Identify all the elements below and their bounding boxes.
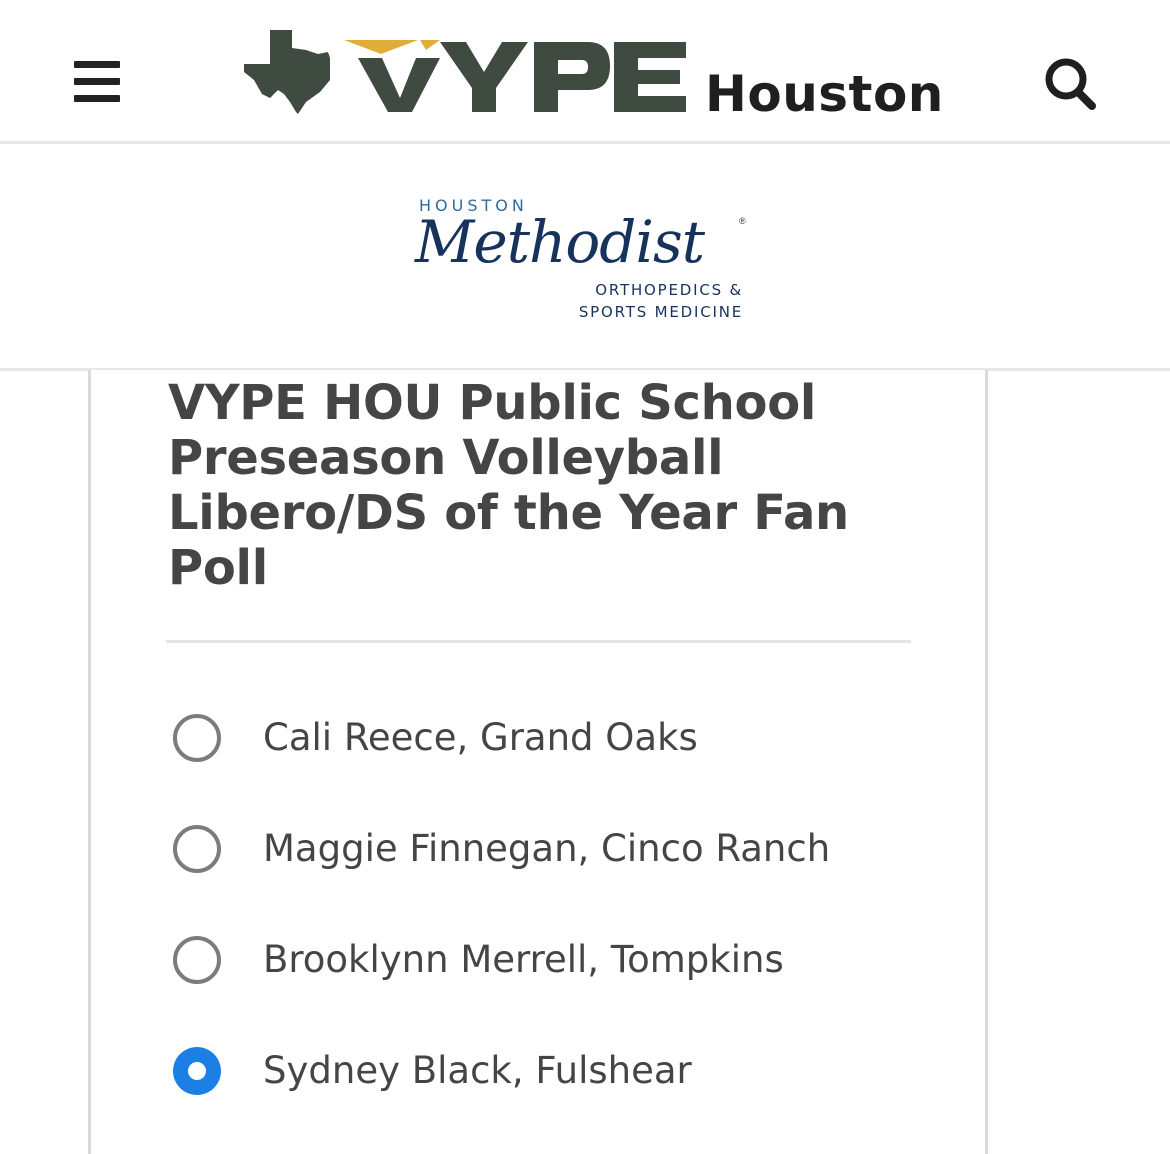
option-label: Brooklynn Merrell, Tompkins (263, 938, 784, 981)
poll-option[interactable]: Maggie Finnegan, Cinco Ranch (173, 819, 893, 879)
registered-mark: ® (739, 216, 746, 226)
sponsor-banner[interactable]: HOUSTON Methodist ® ORTHOPEDICS & SPORTS… (0, 144, 1170, 371)
menu-button[interactable] (70, 57, 122, 105)
letter-y-shape (440, 42, 528, 112)
page: Houston HOUSTON Methodist ® ORTHOPEDICS … (0, 0, 1170, 1154)
letter-v-shape (358, 58, 440, 112)
letter-p-shape (534, 42, 610, 112)
letter-e-shape (614, 42, 686, 112)
option-label: Maggie Finnegan, Cinco Ranch (263, 827, 831, 870)
site-header: Houston (0, 0, 1170, 144)
radio-button[interactable] (173, 936, 221, 984)
divider (166, 640, 911, 643)
radio-button-selected[interactable] (173, 1047, 221, 1095)
sponsor-line-1: ORTHOPEDICS & (595, 281, 743, 299)
radio-button[interactable] (173, 714, 221, 762)
option-label: Sydney Black, Fulshear (263, 1049, 692, 1092)
poll-option[interactable]: Cali Reece, Grand Oaks (173, 708, 893, 768)
search-button[interactable] (1040, 55, 1100, 111)
sponsor-name: Methodist (415, 208, 705, 276)
site-logo[interactable]: Houston (240, 28, 943, 128)
brand-city: Houston (705, 65, 944, 123)
search-icon (1045, 58, 1096, 110)
radio-button[interactable] (173, 825, 221, 873)
sponsor-line-2: SPORTS MEDICINE (578, 303, 743, 321)
poll-option-selected[interactable]: Sydney Black, Fulshear (173, 1041, 893, 1101)
texas-icon (244, 30, 330, 114)
sponsor-logo[interactable]: HOUSTON Methodist ® ORTHOPEDICS & SPORTS… (415, 196, 755, 326)
poll-card: VYPE HOU Public School Preseason Volleyb… (88, 370, 988, 1154)
option-label: Cali Reece, Grand Oaks (263, 716, 698, 759)
v-accent-shape (344, 40, 418, 54)
v-accent-shape (420, 40, 440, 50)
poll-title: VYPE HOU Public School Preseason Volleyb… (168, 375, 849, 596)
poll-option[interactable]: Brooklynn Merrell, Tompkins (173, 930, 893, 990)
vype-logo-mark (244, 30, 686, 114)
